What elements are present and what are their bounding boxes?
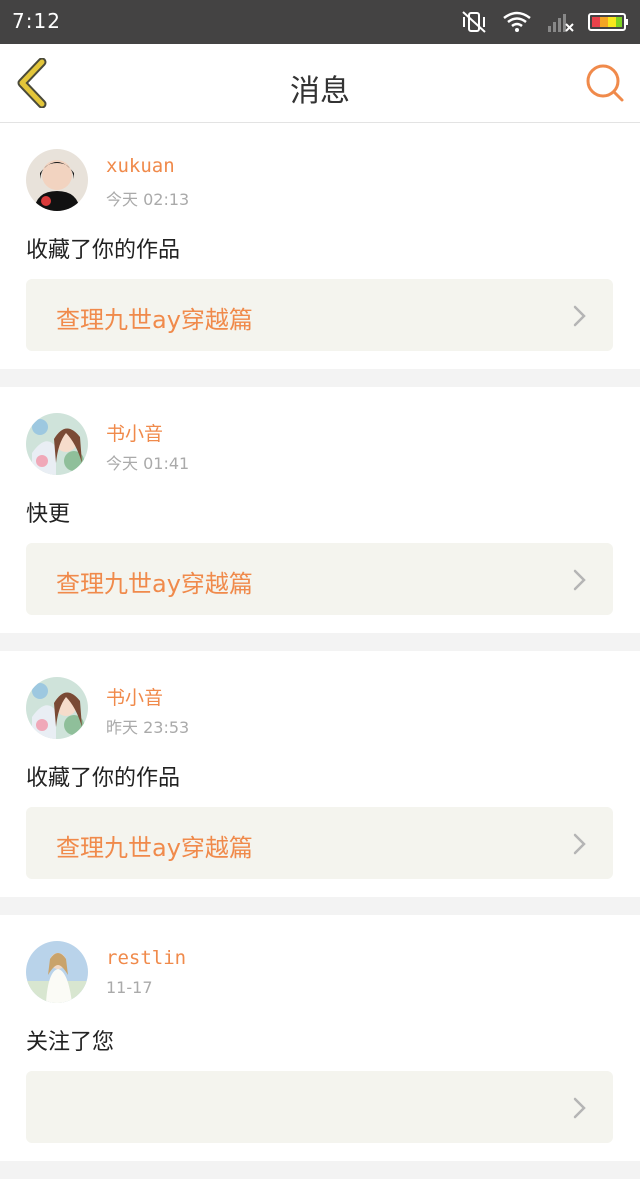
status-bar: 7:12 bbox=[0, 0, 640, 44]
username[interactable]: 书小音 bbox=[106, 419, 163, 446]
avatar[interactable] bbox=[26, 149, 88, 211]
message-text: 快更 bbox=[26, 502, 71, 527]
wifi-icon bbox=[502, 10, 532, 34]
work-link[interactable] bbox=[26, 1071, 613, 1143]
username[interactable]: 书小音 bbox=[106, 683, 163, 710]
work-title: 查理九世ay穿越篇 bbox=[56, 306, 253, 334]
work-title: 查理九世ay穿越篇 bbox=[56, 570, 253, 598]
chevron-right-icon bbox=[573, 833, 586, 855]
username[interactable]: xukuan bbox=[106, 155, 175, 177]
signal-icon bbox=[546, 10, 574, 34]
message-list: xukuan 今天 02:13 收藏了你的作品 查理九世ay穿越篇 书小音 今天… bbox=[0, 123, 640, 1179]
avatar[interactable] bbox=[26, 941, 88, 1003]
page-title: 消息 bbox=[290, 74, 350, 109]
timestamp: 11-17 bbox=[106, 978, 153, 997]
username[interactable]: restlin bbox=[106, 947, 186, 969]
search-button[interactable] bbox=[584, 62, 626, 104]
timestamp: 昨天 23:53 bbox=[106, 718, 190, 737]
timestamp: 今天 02:13 bbox=[106, 190, 190, 209]
chevron-right-icon bbox=[573, 569, 586, 591]
message-card: 书小音 昨天 23:53 收藏了你的作品 查理九世ay穿越篇 bbox=[0, 651, 640, 897]
work-link[interactable]: 查理九世ay穿越篇 bbox=[26, 807, 613, 879]
avatar[interactable] bbox=[26, 677, 88, 739]
message-text: 收藏了你的作品 bbox=[26, 766, 181, 791]
status-icons bbox=[460, 10, 630, 34]
message-text: 收藏了你的作品 bbox=[26, 238, 181, 263]
work-link[interactable]: 查理九世ay穿越篇 bbox=[26, 543, 613, 615]
chevron-right-icon bbox=[573, 1097, 586, 1119]
message-card: restlin 11-17 关注了您 bbox=[0, 915, 640, 1161]
avatar[interactable] bbox=[26, 413, 88, 475]
message-text: 关注了您 bbox=[26, 1030, 115, 1055]
header-bar: 消息 bbox=[0, 44, 640, 123]
message-card: xukuan 今天 02:13 收藏了你的作品 查理九世ay穿越篇 bbox=[0, 123, 640, 369]
timestamp: 今天 01:41 bbox=[106, 454, 190, 473]
vibrate-off-icon bbox=[460, 10, 488, 34]
search-icon bbox=[586, 64, 624, 102]
message-card: 书小音 今天 01:41 快更 查理九世ay穿越篇 bbox=[0, 387, 640, 633]
status-time: 7:12 bbox=[12, 9, 61, 33]
work-link[interactable]: 查理九世ay穿越篇 bbox=[26, 279, 613, 351]
work-title: 查理九世ay穿越篇 bbox=[56, 834, 253, 862]
battery-icon bbox=[588, 10, 630, 34]
chevron-right-icon bbox=[573, 305, 586, 327]
